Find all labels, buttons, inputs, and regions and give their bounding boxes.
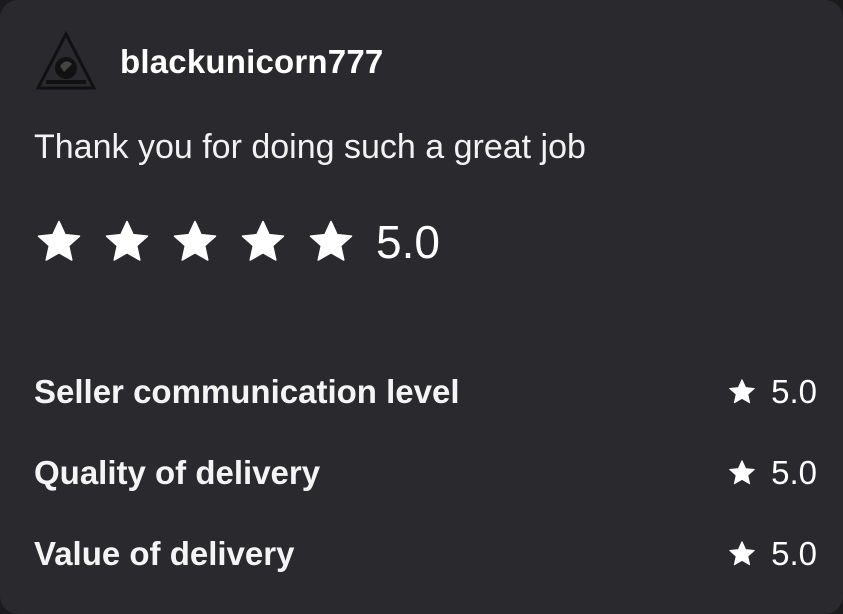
star-rating	[34, 217, 374, 267]
rating-row-score: 5.0	[727, 454, 817, 492]
rating-row-label: Seller communication level	[34, 373, 460, 410]
star-filled-icon	[102, 217, 152, 267]
rating-row: Seller communication level 5.0	[34, 368, 817, 416]
rating-row: Value of delivery 5.0	[34, 530, 817, 578]
rating-row-score: 5.0	[727, 373, 817, 411]
rating-row-value: 5.0	[771, 373, 817, 410]
rating-row-label: Quality of delivery	[34, 454, 321, 491]
star-filled-icon	[238, 217, 288, 267]
rating-row-value: 5.0	[771, 535, 817, 572]
review-header: blackunicorn777	[34, 30, 383, 94]
rating-row-value: 5.0	[771, 454, 817, 491]
avatar[interactable]	[34, 30, 98, 94]
star-filled-icon	[34, 217, 84, 267]
star-filled-icon	[727, 458, 757, 488]
review-text: Thank you for doing such a great job	[34, 128, 586, 166]
overall-rating: 5.0	[34, 215, 440, 269]
rating-row-label: Value of delivery	[34, 535, 295, 572]
star-filled-icon	[727, 377, 757, 407]
rating-row: Quality of delivery 5.0	[34, 449, 817, 497]
star-filled-icon	[170, 217, 220, 267]
star-filled-icon	[306, 217, 356, 267]
username[interactable]: blackunicorn777	[120, 43, 383, 81]
review-card: blackunicorn777 Thank you for doing such…	[0, 0, 843, 614]
black-unicorn-logo-icon	[34, 30, 98, 94]
rating-breakdown: Seller communication level 5.0 Quality of …	[34, 368, 817, 611]
overall-score: 5.0	[376, 216, 440, 268]
rating-row-score: 5.0	[727, 535, 817, 573]
star-filled-icon	[727, 539, 757, 569]
